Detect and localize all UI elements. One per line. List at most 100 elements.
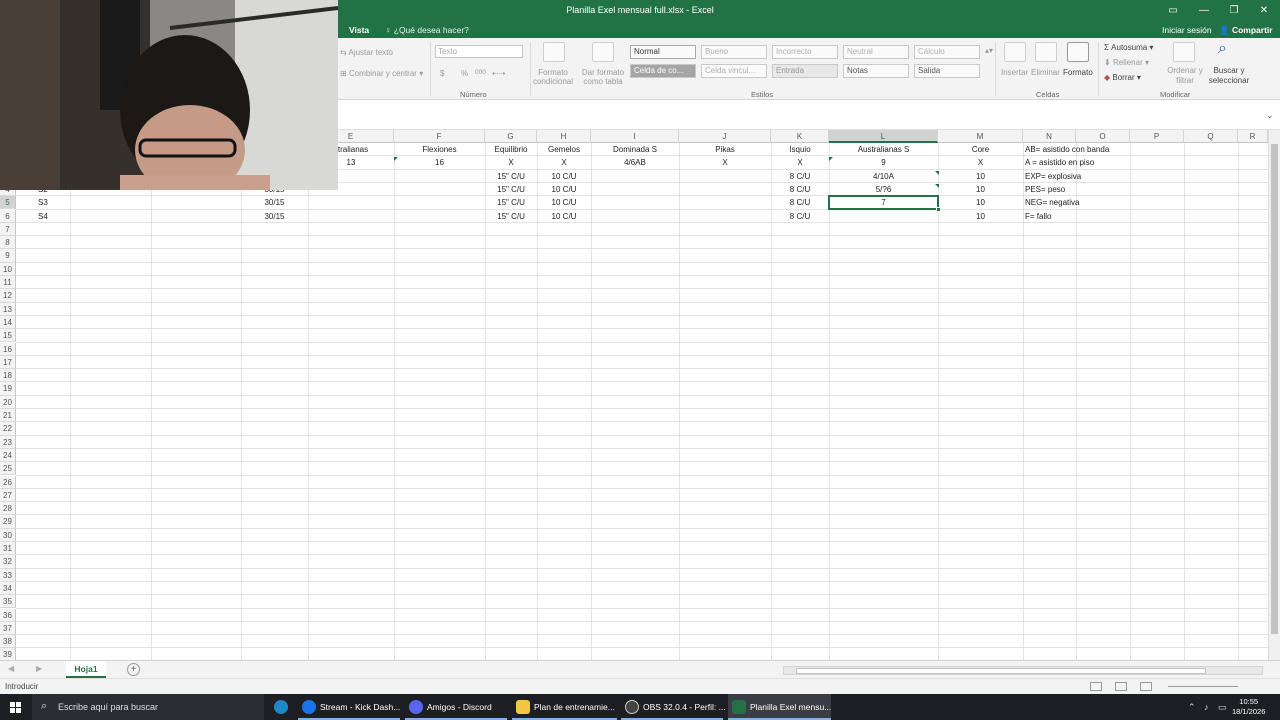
row-header[interactable]: 24 — [0, 448, 16, 463]
column-header-m[interactable]: M — [938, 130, 1023, 143]
style-linked-cell[interactable]: Celda vincul... — [701, 64, 767, 78]
style-salida[interactable]: Salida — [914, 64, 980, 78]
fill-button[interactable]: ⬇ Rellenar ▾ — [1104, 58, 1149, 67]
row-header[interactable]: 8 — [0, 236, 16, 250]
cell-n2[interactable]: A = asistido en piso — [1023, 156, 1130, 169]
row-header[interactable]: 11 — [0, 276, 16, 290]
row-header[interactable]: 12 — [0, 289, 16, 303]
cell-h4[interactable]: 10 C/U — [537, 183, 591, 196]
cell-h1[interactable]: Gemelos — [537, 143, 591, 156]
percent-button[interactable]: % — [461, 69, 468, 78]
find-select-icon[interactable]: ⌕ — [1218, 40, 1227, 58]
horizontal-scrollbar[interactable] — [783, 666, 1263, 675]
taskbar-item-obs[interactable]: OBS 32.0.4 - Perfil: ... — [621, 694, 726, 720]
volume-icon[interactable]: ♪ — [1204, 702, 1209, 712]
cell-m1[interactable]: Core — [938, 143, 1023, 156]
column-header-n[interactable]: N — [1023, 130, 1076, 143]
cell-h6[interactable]: 10 C/U — [537, 210, 591, 223]
cell-h3[interactable]: 10 C/U — [537, 170, 591, 183]
clear-button[interactable]: ◆ Borrar ▾ — [1104, 73, 1141, 82]
delete-cells-icon[interactable] — [1035, 42, 1057, 62]
row-header[interactable]: 37 — [0, 621, 16, 636]
column-header-g[interactable]: G — [485, 130, 537, 143]
cell-a5[interactable]: S3 — [36, 196, 70, 209]
row-header[interactable]: 35 — [0, 595, 16, 609]
sign-in-link[interactable]: Iniciar sesión — [1162, 25, 1212, 35]
cell-k2[interactable]: X — [771, 156, 829, 169]
cell-l3[interactable]: 4/10A — [829, 170, 938, 183]
row-header[interactable]: 27 — [0, 488, 16, 503]
row-header[interactable]: 13 — [0, 302, 16, 316]
cell-g2[interactable]: X — [485, 156, 537, 169]
row-header[interactable]: 38 — [0, 635, 16, 649]
cell-l4[interactable]: 5/?6 — [829, 183, 938, 196]
cell-f2[interactable]: 16 — [394, 156, 485, 169]
page-layout-icon[interactable] — [1115, 682, 1127, 691]
row-header[interactable]: 30 — [0, 528, 16, 542]
row-header[interactable]: 14 — [0, 315, 16, 330]
row-header[interactable]: 36 — [0, 608, 16, 622]
row-header[interactable]: 32 — [0, 555, 16, 569]
row-header[interactable]: 31 — [0, 542, 16, 556]
row-header[interactable]: 25 — [0, 462, 16, 476]
row-header[interactable]: 34 — [0, 581, 16, 596]
cell-g3[interactable]: 15" C/U — [485, 170, 537, 183]
cell-h5[interactable]: 10 C/U — [537, 196, 591, 209]
row-header[interactable]: 23 — [0, 435, 16, 449]
row-header[interactable]: 10 — [0, 262, 16, 276]
column-header-h[interactable]: H — [537, 130, 591, 143]
cell-n4[interactable]: PES= peso — [1023, 183, 1130, 196]
cell-k6[interactable]: 8 C/U — [771, 210, 829, 223]
cell-l1[interactable]: Australianas S — [829, 143, 938, 156]
cell-d5[interactable]: 30/15 — [241, 196, 308, 209]
row-header[interactable]: 15 — [0, 329, 16, 343]
cell-h2[interactable]: X — [537, 156, 591, 169]
style-entrada[interactable]: Entrada — [772, 64, 838, 78]
sheet-tab-hoja1[interactable]: Hoja1 — [66, 661, 106, 678]
taskbar-clock[interactable]: 10:55 18/1/2026 — [1232, 697, 1265, 717]
tray-chevron-icon[interactable]: ⌃ — [1188, 702, 1196, 713]
cell-d6[interactable]: 30/15 — [241, 210, 308, 223]
cell-m6[interactable]: 10 — [938, 210, 1023, 223]
row-header[interactable]: 29 — [0, 515, 16, 529]
style-bueno[interactable]: Bueno — [701, 45, 767, 59]
row-header[interactable]: 7 — [0, 222, 16, 237]
row-header[interactable]: 26 — [0, 475, 16, 489]
row-header[interactable]: 9 — [0, 249, 16, 263]
column-header-r[interactable]: R — [1238, 130, 1268, 143]
currency-button[interactable]: $ — [440, 69, 444, 78]
row-header[interactable]: 19 — [0, 382, 16, 396]
wrap-text-button[interactable]: ⇆ Ajustar texto — [340, 48, 393, 57]
zoom-slider[interactable] — [1168, 686, 1238, 687]
row-header[interactable]: 18 — [0, 369, 16, 383]
style-check-cell[interactable]: Celda de co... — [630, 64, 696, 78]
cell-j1[interactable]: Pikas — [679, 143, 771, 156]
style-calculo[interactable]: Cálculo — [914, 45, 980, 59]
close-button[interactable]: ✕ — [1253, 3, 1275, 19]
page-break-icon[interactable] — [1140, 682, 1152, 691]
number-format-select[interactable]: Texto — [435, 45, 523, 58]
cell-i2[interactable]: 4/6AB — [591, 156, 679, 169]
fill-handle[interactable] — [936, 207, 941, 213]
cell-n1[interactable]: AB= asistido con banda — [1023, 143, 1130, 156]
column-header-q[interactable]: Q — [1184, 130, 1238, 143]
decimal-buttons[interactable]: ⇠⇢ — [492, 69, 505, 78]
share-button[interactable]: 👤 Compartir — [1219, 25, 1273, 36]
taskbar-item-discord[interactable]: Amigos - Discord — [405, 694, 507, 720]
row-header[interactable]: 20 — [0, 395, 16, 409]
cell-m2[interactable]: X — [938, 156, 1023, 169]
expand-formula-icon[interactable]: ⌄ — [1266, 110, 1274, 121]
start-button[interactable] — [0, 694, 32, 720]
ribbon-display-options-icon[interactable]: ▭ — [1162, 3, 1184, 19]
cell-n3[interactable]: EXP= explosiva — [1023, 170, 1130, 183]
row-header[interactable]: 16 — [0, 342, 16, 356]
network-icon[interactable]: ▭ — [1218, 702, 1227, 713]
style-notas[interactable]: Notas — [843, 64, 909, 78]
cell-n6[interactable]: F= fallo — [1023, 210, 1130, 223]
restore-button[interactable]: ❐ — [1223, 3, 1245, 19]
normal-view-icon[interactable] — [1090, 682, 1102, 691]
column-header-k[interactable]: K — [771, 130, 829, 143]
vertical-scrollbar[interactable] — [1268, 130, 1280, 660]
horizontal-scroll-thumb[interactable] — [796, 668, 1206, 674]
column-header-j[interactable]: J — [679, 130, 771, 143]
